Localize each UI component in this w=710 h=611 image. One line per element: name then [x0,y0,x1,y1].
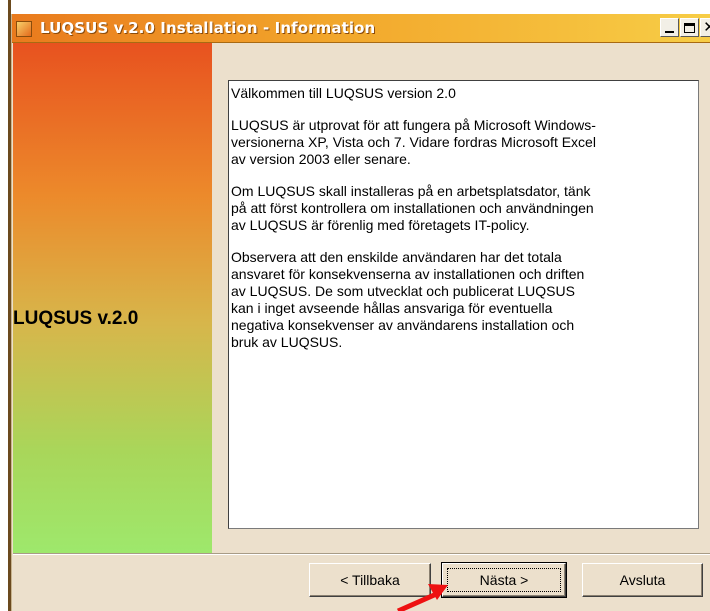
back-button[interactable]: < Tillbaka [309,563,431,597]
window-title: LUQSUS v.2.0 Installation - Information [40,19,376,37]
info-paragraph-disclaimer: Observera att den enskilde användaren ha… [231,249,585,350]
next-button[interactable]: Nästa > [441,562,567,598]
info-paragraph-it-policy: Om LUQSUS skall installeras på en arbets… [231,183,594,233]
title-bar[interactable]: LUQSUS v.2.0 Installation - Information … [12,14,710,43]
maximize-button[interactable] [680,18,699,37]
installer-icon [16,21,32,37]
minimize-icon [665,31,674,33]
close-button[interactable]: ✕ [700,18,710,37]
product-name: LUQSUS v.2.0 [13,308,139,329]
close-icon: ✕ [703,19,710,36]
focus-ring [447,568,561,592]
minimize-button[interactable] [660,18,679,37]
button-divider [13,553,710,555]
info-paragraph-requirements: LUQSUS är utprovat för att fungera på Mi… [231,117,596,167]
exit-button[interactable]: Avsluta [582,563,703,597]
info-paragraph-welcome: Välkommen till LUQSUS version 2.0 [231,85,456,101]
information-text-box[interactable]: Välkommen till LUQSUS version 2.0 LUQSUS… [228,80,699,529]
installer-window: LUQSUS v.2.0 Installation - Information … [11,14,710,611]
maximize-icon [684,22,695,33]
side-banner: LUQSUS v.2.0 [13,43,212,553]
